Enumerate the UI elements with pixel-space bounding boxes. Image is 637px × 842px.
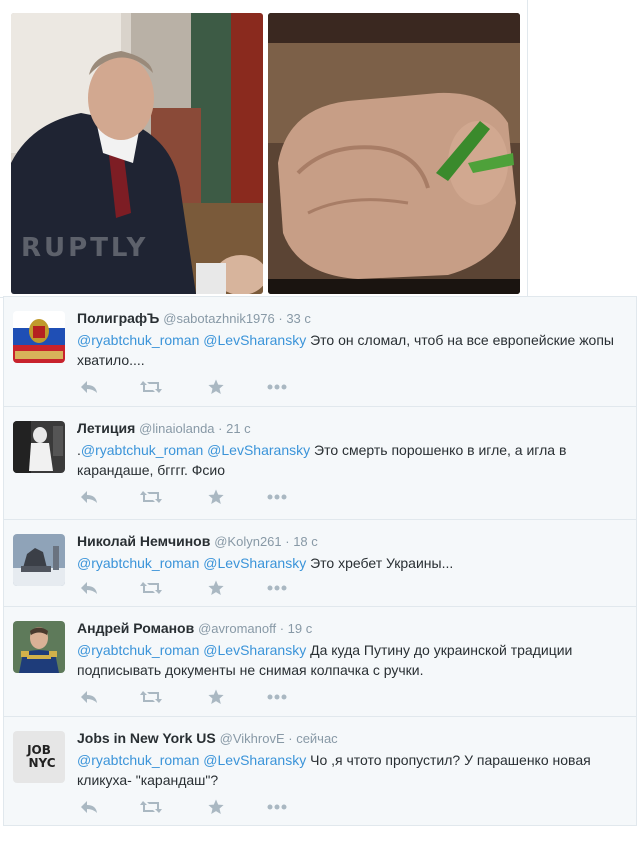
watermark-text: RUPTLY xyxy=(21,233,149,263)
retweet-icon[interactable] xyxy=(140,578,162,598)
tweet-header: Jobs in New York US @VikhrovE · сейчас xyxy=(77,729,627,748)
tweet-header: Андрей Романов @avromanoff · 19 с xyxy=(77,619,627,638)
avatar[interactable] xyxy=(13,534,65,586)
avatar[interactable] xyxy=(13,311,65,363)
fullname[interactable]: Николай Немчинов xyxy=(77,533,210,549)
retweet-icon[interactable] xyxy=(140,377,162,397)
more-icon[interactable] xyxy=(267,687,287,707)
more-icon[interactable] xyxy=(267,797,287,817)
media-card: RUPTLY xyxy=(0,0,528,298)
reply-icon[interactable] xyxy=(80,687,98,707)
mention-link[interactable]: @LevSharansky xyxy=(203,752,306,768)
tweet-text: @ryabtchuk_roman @LevSharansky Это он сл… xyxy=(77,330,627,370)
separator-dot: · xyxy=(274,311,287,326)
tweet-text: @ryabtchuk_roman @LevSharansky Да куда П… xyxy=(77,640,627,680)
tweet[interactable]: Летиция @linaiolanda · 21 с .@ryabtchuk_r… xyxy=(4,407,636,520)
separator-dot: · xyxy=(281,534,294,549)
retweet-icon[interactable] xyxy=(140,687,162,707)
tweet-text: @ryabtchuk_roman @LevSharansky Это хребе… xyxy=(77,553,627,573)
tweet-body: Это хребет Украины... xyxy=(310,555,454,571)
tweet-content: Летиция @linaiolanda · 21 с .@ryabtchuk_r… xyxy=(77,419,627,504)
retweet-icon[interactable] xyxy=(140,487,162,507)
reply-icon[interactable] xyxy=(80,377,98,397)
tweet-actions xyxy=(77,687,337,707)
avatar[interactable] xyxy=(13,621,65,673)
favorite-icon[interactable] xyxy=(208,687,224,707)
tweet-text: @ryabtchuk_roman @LevSharansky Чо ,я что… xyxy=(77,750,627,790)
timestamp[interactable]: 18 с xyxy=(293,534,318,549)
mention-link[interactable]: @LevSharansky xyxy=(203,555,306,571)
tweet-content: Jobs in New York US @VikhrovE · сейчас @r… xyxy=(77,729,627,814)
tweet-content: ПолиграфЪ @sabotazhnik1976 · 33 с @ryabtc… xyxy=(77,309,627,394)
more-icon[interactable] xyxy=(267,487,287,507)
tweet-content: Андрей Романов @avromanoff · 19 с @ryabtc… xyxy=(77,619,627,704)
avatar[interactable] xyxy=(13,421,65,473)
mention-link[interactable]: @LevSharansky xyxy=(203,332,306,348)
username[interactable]: @avromanoff xyxy=(198,621,276,636)
photo-hand-pen[interactable] xyxy=(268,13,520,294)
tweet[interactable]: Андрей Романов @avromanoff · 19 с @ryabtc… xyxy=(4,607,636,717)
photo-putin[interactable]: RUPTLY xyxy=(11,13,263,294)
username[interactable]: @Kolyn261 xyxy=(214,534,281,549)
mention-link[interactable]: @ryabtchuk_roman xyxy=(77,752,199,768)
hand-photo-image xyxy=(268,13,520,294)
tweet[interactable]: Николай Немчинов @Kolyn261 · 18 с @ryabtc… xyxy=(4,520,636,607)
separator-dot: · xyxy=(284,731,297,746)
fullname[interactable]: Летиция xyxy=(77,420,135,436)
tweet-actions xyxy=(77,377,337,397)
reply-icon[interactable] xyxy=(80,797,98,817)
tweet-feed: ПолиграфЪ @sabotazhnik1976 · 33 с @ryabtc… xyxy=(3,296,637,826)
favorite-icon[interactable] xyxy=(208,797,224,817)
mention-link[interactable]: @ryabtchuk_roman xyxy=(77,555,199,571)
reply-icon[interactable] xyxy=(80,487,98,507)
fullname[interactable]: Андрей Романов xyxy=(77,620,194,636)
favorite-icon[interactable] xyxy=(208,377,224,397)
mention-link[interactable]: @ryabtchuk_roman xyxy=(77,642,199,658)
timestamp[interactable]: 19 с xyxy=(288,621,313,636)
tweet-content: Николай Немчинов @Kolyn261 · 18 с @ryabtc… xyxy=(77,532,627,595)
fullname[interactable]: Jobs in New York US xyxy=(77,730,216,746)
tweet-actions xyxy=(77,578,337,598)
avatar[interactable]: JOB NYC xyxy=(13,731,65,783)
username[interactable]: @linaiolanda xyxy=(139,421,214,436)
timestamp[interactable]: сейчас xyxy=(296,731,338,746)
tweet-header: ПолиграфЪ @sabotazhnik1976 · 33 с xyxy=(77,309,627,328)
tweet-actions xyxy=(77,487,337,507)
separator-dot: · xyxy=(276,621,288,636)
tweet-header: Летиция @linaiolanda · 21 с xyxy=(77,419,627,438)
tweet-actions xyxy=(77,797,337,817)
mention-link[interactable]: @ryabtchuk_roman xyxy=(77,332,199,348)
tweet[interactable]: JOB NYC Jobs in New York US @VikhrovE · се… xyxy=(4,717,636,827)
favorite-icon[interactable] xyxy=(208,578,224,598)
tweet[interactable]: ПолиграфЪ @sabotazhnik1976 · 33 с @ryabtc… xyxy=(4,297,636,407)
favorite-icon[interactable] xyxy=(208,487,224,507)
tweet-text: .@ryabtchuk_roman @LevSharansky Это смер… xyxy=(77,440,627,480)
mention-link[interactable]: @ryabtchuk_roman xyxy=(81,442,203,458)
avatar-logo-line2: NYC xyxy=(28,756,56,770)
username[interactable]: @VikhrovE xyxy=(220,731,285,746)
more-icon[interactable] xyxy=(267,377,287,397)
tweet-header: Николай Немчинов @Kolyn261 · 18 с xyxy=(77,532,627,551)
mention-link[interactable]: @LevSharansky xyxy=(207,442,310,458)
username[interactable]: @sabotazhnik1976 xyxy=(163,311,275,326)
mention-link[interactable]: @LevSharansky xyxy=(203,642,306,658)
timestamp[interactable]: 33 с xyxy=(286,311,311,326)
more-icon[interactable] xyxy=(267,578,287,598)
timestamp[interactable]: 21 с xyxy=(226,421,251,436)
fullname[interactable]: ПолиграфЪ xyxy=(77,310,159,326)
reply-icon[interactable] xyxy=(80,578,98,598)
retweet-icon[interactable] xyxy=(140,797,162,817)
separator-dot: · xyxy=(214,421,227,436)
